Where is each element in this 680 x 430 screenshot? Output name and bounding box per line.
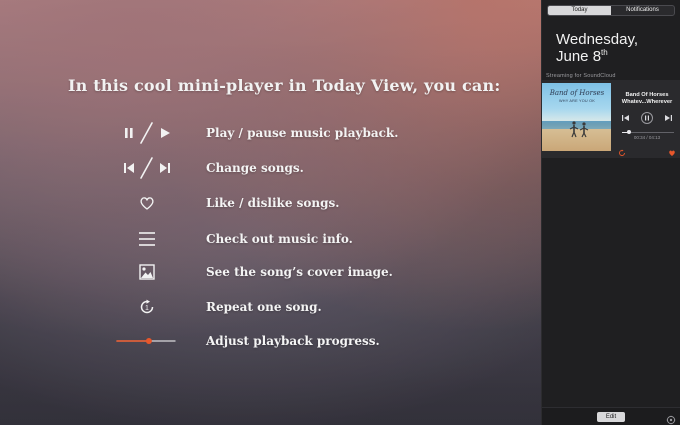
next-icon [665,115,672,121]
notification-center-footer: Edit [542,407,680,425]
feature-label: Check out music info. [206,232,353,246]
gear-icon [666,415,676,425]
date-month-day: June 8 [556,48,602,65]
track-info: Band Of Horses Whatev...Wherever [614,92,680,106]
feature-label: Play / pause music playback. [206,126,399,140]
progress-knob[interactable] [626,130,631,134]
feature-row-like: Like / dislike songs. [110,189,430,217]
cover-figures [569,121,589,138]
feature-label: Like / dislike songs. [206,196,340,210]
date-day: June 8th [556,48,608,65]
feature-label: Repeat one song. [206,300,322,314]
edit-button[interactable]: Edit [597,412,625,422]
progress-bar-icon [110,327,184,355]
play-pause-icon [110,119,184,147]
feature-row-play-pause: Play / pause music playback. [110,119,430,147]
today-notifications-segmented-control: Today Notifications [547,5,675,16]
feature-row-progress: Adjust playback progress. [110,327,430,355]
repeat-icon [619,149,625,156]
widget-title: Streaming for SoundCloud [546,73,616,79]
feature-row-info: Check out music info. [110,225,430,253]
album-cover-image[interactable]: Band of Horses WHY ARE YOU OK [542,83,611,151]
track-name: Whatev...Wherever [621,99,673,105]
cover-subtitle: WHY ARE YOU OK [559,99,595,103]
feature-label: Adjust playback progress. [206,334,380,348]
like-button[interactable] [668,144,676,156]
next-button[interactable] [663,113,673,123]
date-suffix: th [601,48,608,57]
feature-label: Change songs. [206,161,304,175]
svg-text:1: 1 [145,305,149,312]
menu-icon [110,225,184,253]
page-title: In this cool mini-player in Today View, … [68,76,501,95]
pause-button[interactable] [641,112,653,124]
image-icon [110,258,184,286]
artist-name: Band Of Horses [625,92,669,98]
gear-button[interactable] [666,412,676,425]
feature-row-cover: See the song’s cover image. [110,258,430,286]
pause-icon [645,115,649,121]
playback-controls [614,112,680,124]
heart-icon [110,189,184,217]
feature-label: See the song’s cover image. [206,265,393,279]
cover-title: Band of Horses [549,89,605,97]
tab-today[interactable]: Today [548,6,611,15]
notification-center-panel: Today Notifications Wednesday, June 8th … [541,0,680,425]
feature-row-change-songs: Change songs. [110,154,430,182]
feature-row-repeat: 1 Repeat one song. [110,293,430,321]
previous-icon [622,115,629,121]
repeat-button[interactable] [618,144,626,156]
tab-notifications[interactable]: Notifications [611,6,674,15]
playback-time: 00:34 / 04:13 [633,135,661,140]
previous-button[interactable] [621,113,631,123]
heart-icon [669,150,675,156]
date-weekday: Wednesday, [556,31,638,48]
progress-knob [145,338,152,344]
previous-next-icon [110,154,184,182]
repeat-one-icon: 1 [110,293,184,321]
